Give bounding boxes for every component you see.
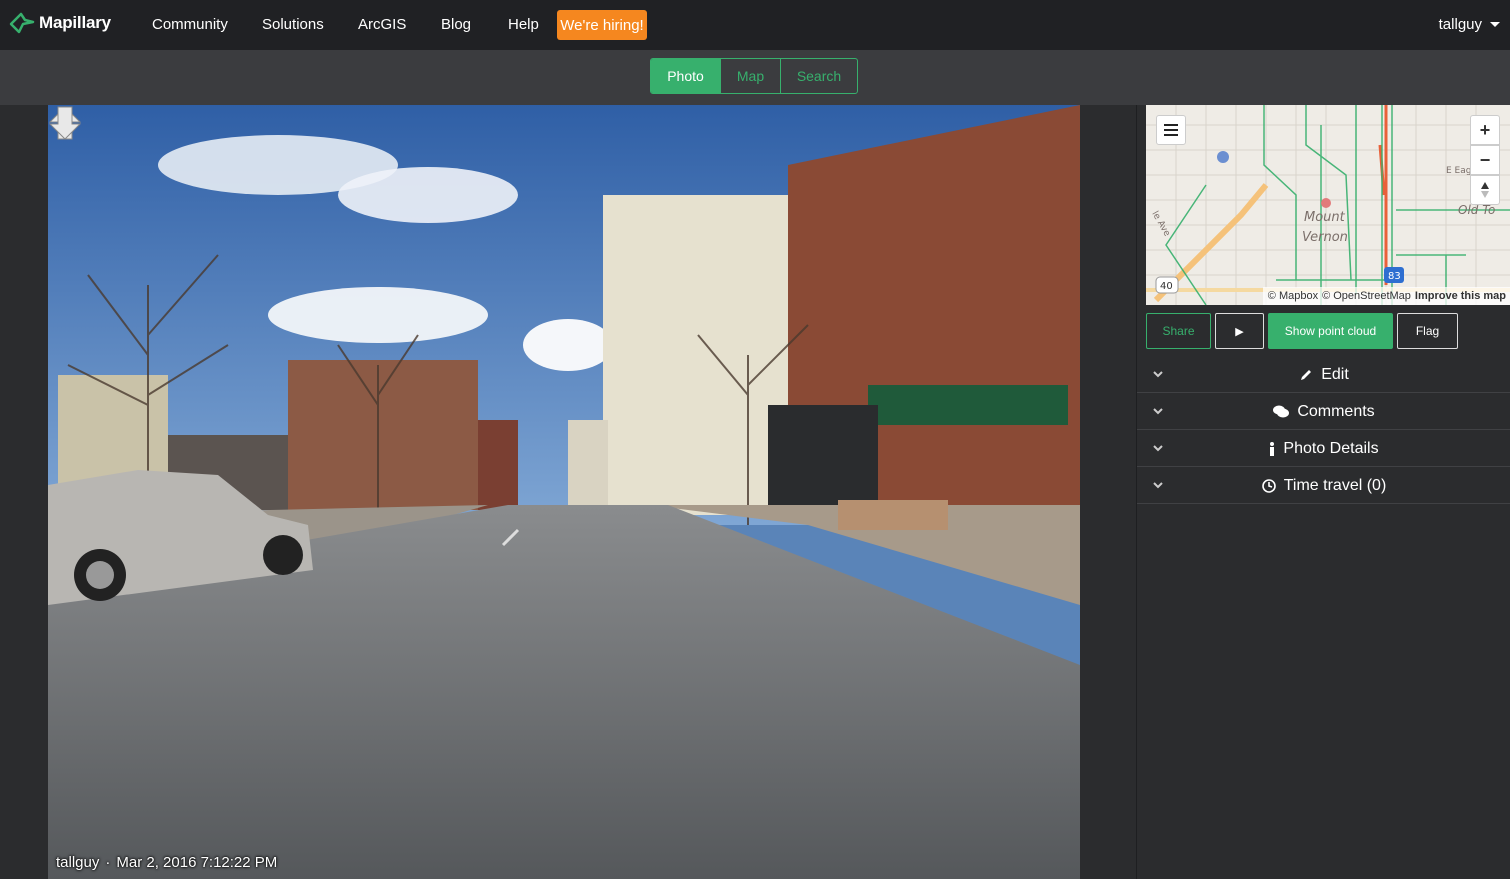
flag-button[interactable]: Flag [1397,313,1458,349]
nav-blog[interactable]: Blog [441,16,471,33]
photo-timestamp: Mar 2, 2016 7:12:22 PM [116,854,278,871]
map-label-mount: Mount [1304,210,1346,225]
mapillary-logo-icon [9,12,35,34]
panel-time-travel[interactable]: Time travel (0) [1137,467,1510,504]
point-cloud-button[interactable]: Show point cloud [1268,313,1393,349]
improve-map-link[interactable]: Improve this map [1415,290,1506,302]
interstate-shield: 83 [1388,271,1401,282]
zoom-in-button[interactable]: + [1470,115,1500,145]
nav-help[interactable]: Help [508,16,539,33]
hamburger-icon [1164,124,1178,136]
nav-solutions[interactable]: Solutions [262,16,324,33]
mapillary-logo[interactable]: Mapillary [9,12,111,34]
view-toolbar: Photo Map Search [0,50,1510,105]
map-tiles: Mount Vernon Old To E Eag le Ave 40 83 [1146,105,1510,305]
comments-icon [1273,405,1290,418]
photo-actions: Share ▶ Show point cloud Flag [1146,313,1458,349]
top-navbar: Mapillary Community Solutions ArcGIS Blo… [0,0,1510,50]
panel-comments-label: Comments [1297,403,1375,420]
caret-down-icon [1490,22,1500,27]
caption-separator: · [105,854,111,871]
panel-comments[interactable]: Comments [1137,393,1510,430]
nav-community[interactable]: Community [152,16,228,33]
map-attribution: © Mapbox © OpenStreetMap Improve this ma… [1262,287,1510,305]
hiring-button[interactable]: We're hiring! [557,10,647,40]
tab-photo[interactable]: Photo [651,59,721,93]
username: tallguy [1438,16,1482,33]
panel-edit-label: Edit [1321,366,1349,383]
clock-icon [1261,479,1276,493]
tab-search[interactable]: Search [781,59,857,93]
panel-photo-details[interactable]: Photo Details [1137,430,1510,467]
info-icon [1270,442,1275,456]
map-label-vernon: Vernon [1302,230,1348,245]
tab-map[interactable]: Map [721,59,781,93]
map-label-street: E Eag [1446,166,1471,176]
compass-button[interactable] [1470,175,1500,205]
play-button[interactable]: ▶ [1215,313,1264,349]
pencil-icon [1301,370,1312,380]
user-menu[interactable]: tallguy [1439,16,1500,33]
map-label-old-town: Old To [1458,203,1495,217]
photo-username[interactable]: tallguy [56,854,99,871]
attribution-osm[interactable]: © OpenStreetMap [1322,290,1411,302]
photo-caption: tallguy · Mar 2, 2016 7:12:22 PM [56,854,277,871]
logo-text: Mapillary [39,13,111,32]
panel-edit[interactable]: Edit [1137,356,1510,393]
nav-arcgis[interactable]: ArcGIS [358,16,406,33]
layers-menu-button[interactable] [1156,115,1186,145]
zoom-out-button[interactable]: − [1470,145,1500,175]
panel-time-travel-label: Time travel (0) [1283,477,1387,494]
share-button[interactable]: Share [1146,313,1211,349]
compass-icon [1481,182,1489,198]
panel-photo-details-label: Photo Details [1283,440,1379,457]
street-photo [48,105,1080,879]
route-40-shield: 40 [1160,281,1173,292]
street-photo-viewer[interactable]: tallguy · Mar 2, 2016 7:12:22 PM [48,105,1080,879]
arrow-down-icon[interactable] [48,105,82,141]
view-switcher: Photo Map Search [650,58,858,94]
mini-map[interactable]: Mount Vernon Old To E Eag le Ave 40 83 +… [1146,105,1510,305]
right-sidebar: Mount Vernon Old To E Eag le Ave 40 83 +… [1136,105,1510,879]
attribution-mapbox[interactable]: © Mapbox [1268,290,1318,302]
